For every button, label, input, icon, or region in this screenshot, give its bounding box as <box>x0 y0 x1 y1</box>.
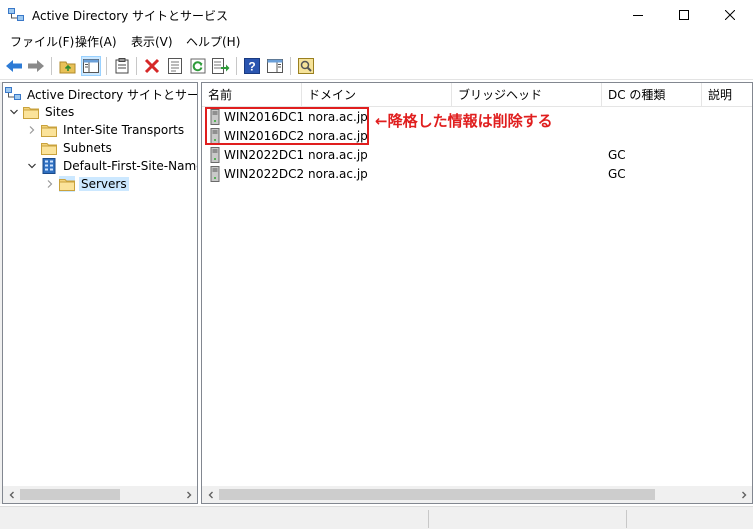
tree-item-servers[interactable]: Servers <box>43 175 129 193</box>
folder-open-icon <box>59 176 75 192</box>
delete-icon <box>144 58 160 74</box>
show-action-pane-icon <box>267 59 283 73</box>
toolbar-separator <box>290 57 291 75</box>
folder-icon <box>41 122 57 138</box>
tree-item-label: Inter-Site Transports <box>63 123 185 137</box>
toolbar-separator <box>236 57 237 75</box>
menu-file[interactable]: ファイル(F) <box>10 33 74 50</box>
find-button[interactable] <box>296 56 316 76</box>
chevron-right-icon[interactable] <box>43 177 57 191</box>
toolbar-separator <box>51 57 52 75</box>
scroll-left-arrow[interactable] <box>3 486 20 503</box>
list-pane[interactable]: 名前 ドメイン ブリッジヘッド DC の種類 説明 WIN2016DC1 nor… <box>201 82 753 504</box>
column-header-description[interactable]: 説明 <box>702 83 752 107</box>
window-title: Active Directory サイトとサービス <box>32 9 229 23</box>
ad-sites-icon <box>8 8 24 22</box>
toolbar-separator <box>136 57 137 75</box>
column-header-bridgehead[interactable]: ブリッジヘッド <box>452 83 602 107</box>
back-button[interactable] <box>4 56 24 76</box>
refresh-button[interactable] <box>188 56 208 76</box>
server-icon <box>210 166 220 185</box>
status-separator <box>626 510 627 528</box>
annotation-highlight-box <box>205 107 369 145</box>
cell-dc-type: GC <box>608 148 626 162</box>
minimize-button[interactable] <box>615 0 661 30</box>
menu-help[interactable]: ヘルプ(H) <box>186 33 240 50</box>
maximize-button[interactable] <box>661 0 707 30</box>
scroll-right-arrow[interactable] <box>735 486 752 503</box>
toolbar: ? <box>0 52 753 80</box>
tree-horizontal-scrollbar[interactable] <box>3 486 197 503</box>
clipboard-icon <box>115 58 129 74</box>
delete-button[interactable] <box>142 56 162 76</box>
scroll-thumb[interactable] <box>20 489 120 500</box>
tree-item-subnets[interactable]: Subnets <box>41 139 114 157</box>
chevron-down-icon[interactable] <box>25 159 39 173</box>
column-header-domain[interactable]: ドメイン <box>302 83 452 107</box>
properties-icon <box>168 58 182 74</box>
site-building-icon <box>41 158 57 174</box>
export-list-icon <box>212 58 230 74</box>
refresh-icon <box>190 58 206 74</box>
list-horizontal-scrollbar[interactable] <box>202 486 752 503</box>
tree-item-root[interactable]: Active Directory サイトとサービス [W <box>5 85 198 103</box>
status-separator <box>428 510 429 528</box>
tree-item-label: Subnets <box>63 141 112 155</box>
column-header-name[interactable]: 名前 <box>202 83 302 107</box>
up-folder-icon <box>59 61 76 74</box>
minimize-icon <box>633 15 643 16</box>
chevron-right-icon[interactable] <box>25 123 39 137</box>
maximize-icon <box>679 10 689 20</box>
clipboard-button[interactable] <box>112 56 132 76</box>
scroll-right-arrow[interactable] <box>180 486 197 503</box>
menu-view[interactable]: 表示(V) <box>131 33 173 50</box>
title-bar: Active Directory サイトとサービス <box>0 0 753 30</box>
tree-item-sites[interactable]: Sites <box>7 103 76 121</box>
tree-item-default-site[interactable]: Default-First-Site-Name <box>25 157 198 175</box>
show-hide-tree-icon <box>83 59 99 73</box>
back-arrow-icon <box>6 60 22 72</box>
forward-button[interactable] <box>26 56 46 76</box>
tree-item-label: Sites <box>45 105 75 119</box>
svg-text:?: ? <box>248 60 255 74</box>
scroll-left-arrow[interactable] <box>202 486 219 503</box>
chevron-down-icon[interactable] <box>7 105 21 119</box>
tree-item-label: Default-First-Site-Name <box>63 159 198 173</box>
tree-pane[interactable]: Active Directory サイトとサービス [W Sites Inter… <box>2 82 198 504</box>
folder-icon <box>23 104 39 120</box>
export-list-button[interactable] <box>211 56 231 76</box>
close-icon <box>725 10 735 20</box>
cell-name: WIN2022DC2 <box>224 167 305 181</box>
cell-domain: nora.ac.jp <box>308 167 368 181</box>
menu-bar: ファイル(F) 操作(A) 表示(V) ヘルプ(H) <box>0 30 753 52</box>
cell-dc-type: GC <box>608 167 626 181</box>
list-header: 名前 ドメイン ブリッジヘッド DC の種類 説明 <box>202 83 752 107</box>
cell-name: WIN2022DC1 <box>224 148 305 162</box>
annotation-text: ←降格した情報は削除する <box>375 112 553 130</box>
find-icon <box>298 58 314 74</box>
folder-icon <box>41 140 57 156</box>
close-button[interactable] <box>707 0 753 30</box>
status-bar <box>0 506 753 529</box>
show-action-pane-button[interactable] <box>265 56 285 76</box>
column-header-dc-type[interactable]: DC の種類 <box>602 83 702 107</box>
properties-button[interactable] <box>165 56 185 76</box>
ad-sites-icon <box>5 86 21 102</box>
list-row[interactable]: WIN2022DC1 nora.ac.jp GC <box>202 146 752 166</box>
cell-domain: nora.ac.jp <box>308 148 368 162</box>
show-hide-tree-button[interactable] <box>81 56 101 76</box>
help-icon: ? <box>244 58 260 74</box>
list-row[interactable]: WIN2022DC2 nora.ac.jp GC <box>202 165 752 185</box>
help-button[interactable]: ? <box>242 56 262 76</box>
tree-item-inter-site-transports[interactable]: Inter-Site Transports <box>25 121 186 139</box>
tree-item-label: Active Directory サイトとサービス [W <box>27 87 198 102</box>
tree-item-label: Servers <box>79 177 129 191</box>
toolbar-separator <box>106 57 107 75</box>
server-icon <box>210 147 220 166</box>
scroll-thumb[interactable] <box>219 489 655 500</box>
up-folder-button[interactable] <box>58 56 78 76</box>
menu-action[interactable]: 操作(A) <box>75 33 117 50</box>
forward-arrow-icon <box>28 60 44 72</box>
